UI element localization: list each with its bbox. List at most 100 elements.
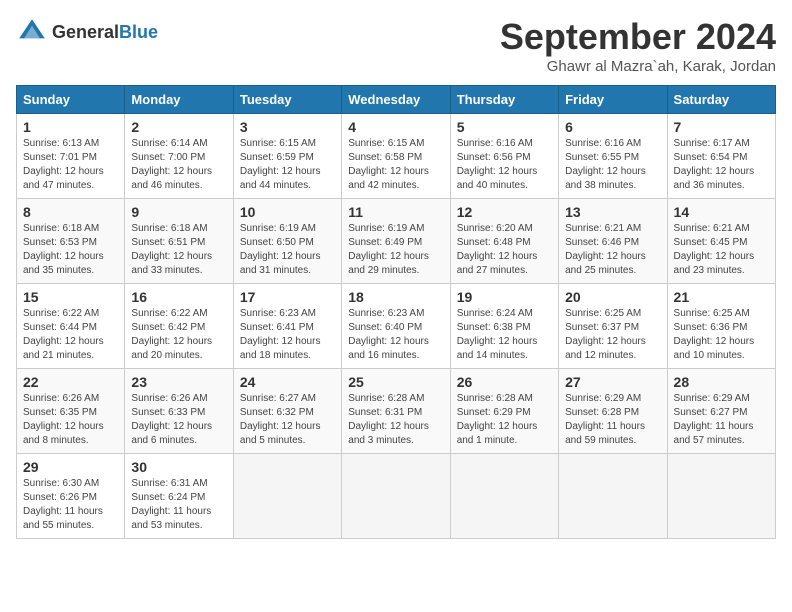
day-info: Sunrise: 6:20 AMSunset: 6:48 PMDaylight:… — [457, 222, 552, 278]
week-row-1: 1Sunrise: 6:13 AMSunset: 7:01 PMDaylight… — [17, 114, 776, 199]
day-cell: 15Sunrise: 6:22 AMSunset: 6:44 PMDayligh… — [17, 284, 125, 369]
col-header-thursday: Thursday — [450, 86, 558, 114]
day-number: 26 — [457, 374, 552, 390]
day-cell: 4 Sunrise: 6:15 AMSunset: 6:58 PMDaylight… — [342, 114, 450, 199]
day-cell — [559, 454, 667, 539]
day-cell: 12 Sunrise: 6:20 AMSunset: 6:48 PMDayligh… — [450, 199, 558, 284]
day-info: Sunrise: 6:15 AMSunset: 6:58 PMDaylight:… — [348, 137, 443, 193]
day-info: Sunrise: 6:13 AMSunset: 7:01 PMDaylight:… — [23, 137, 118, 193]
day-cell: 16 Sunrise: 6:22 AMSunset: 6:42 PMDayligh… — [125, 284, 233, 369]
day-number: 11 — [348, 204, 443, 220]
col-header-monday: Monday — [125, 86, 233, 114]
col-header-wednesday: Wednesday — [342, 86, 450, 114]
day-cell: 27Sunrise: 6:29 AMSunset: 6:28 PMDayligh… — [559, 369, 667, 454]
day-cell — [233, 454, 341, 539]
day-number: 20 — [565, 289, 660, 305]
day-cell — [667, 454, 775, 539]
day-number: 25 — [348, 374, 443, 390]
col-header-sunday: Sunday — [17, 86, 125, 114]
day-cell: 29 Sunrise: 6:30 AMSunset: 6:26 PMDayligh… — [17, 454, 125, 539]
title-block: September 2024 Ghawr al Mazra`ah, Karak,… — [500, 16, 776, 75]
day-number: 23 — [131, 374, 226, 390]
day-number: 4 — [348, 119, 443, 135]
day-cell: 28 Sunrise: 6:29 AMSunset: 6:27 PMDayligh… — [667, 369, 775, 454]
day-cell: 10Sunrise: 6:19 AMSunset: 6:50 PMDayligh… — [233, 199, 341, 284]
day-number: 17 — [240, 289, 335, 305]
day-cell: 24 Sunrise: 6:27 AMSunset: 6:32 PMDayligh… — [233, 369, 341, 454]
day-cell: 8 Sunrise: 6:18 AMSunset: 6:53 PMDaylight… — [17, 199, 125, 284]
day-number: 7 — [674, 119, 769, 135]
day-info: Sunrise: 6:14 AMSunset: 7:00 PMDaylight:… — [131, 137, 226, 193]
logo-icon — [16, 16, 48, 48]
day-number: 14 — [674, 204, 769, 220]
day-info: Sunrise: 6:28 AMSunset: 6:31 PMDaylight:… — [348, 392, 443, 448]
day-cell: 9 Sunrise: 6:18 AMSunset: 6:51 PMDaylight… — [125, 199, 233, 284]
logo: GeneralBlue — [16, 16, 158, 48]
week-row-3: 15Sunrise: 6:22 AMSunset: 6:44 PMDayligh… — [17, 284, 776, 369]
day-info: Sunrise: 6:18 AMSunset: 6:53 PMDaylight:… — [23, 222, 118, 278]
col-header-tuesday: Tuesday — [233, 86, 341, 114]
day-number: 30 — [131, 459, 226, 475]
location-title: Ghawr al Mazra`ah, Karak, Jordan — [500, 58, 776, 75]
header-row: SundayMondayTuesdayWednesdayThursdayFrid… — [17, 86, 776, 114]
col-header-friday: Friday — [559, 86, 667, 114]
week-row-2: 8 Sunrise: 6:18 AMSunset: 6:53 PMDaylight… — [17, 199, 776, 284]
day-number: 19 — [457, 289, 552, 305]
month-title: September 2024 — [500, 16, 776, 58]
day-number: 5 — [457, 119, 552, 135]
day-info: Sunrise: 6:22 AMSunset: 6:42 PMDaylight:… — [131, 307, 226, 363]
day-number: 2 — [131, 119, 226, 135]
day-cell: 21 Sunrise: 6:25 AMSunset: 6:36 PMDayligh… — [667, 284, 775, 369]
day-cell: 11 Sunrise: 6:19 AMSunset: 6:49 PMDayligh… — [342, 199, 450, 284]
day-info: Sunrise: 6:29 AMSunset: 6:27 PMDaylight:… — [674, 392, 769, 448]
day-cell: 1Sunrise: 6:13 AMSunset: 7:01 PMDaylight… — [17, 114, 125, 199]
day-info: Sunrise: 6:23 AMSunset: 6:41 PMDaylight:… — [240, 307, 335, 363]
day-info: Sunrise: 6:25 AMSunset: 6:36 PMDaylight:… — [674, 307, 769, 363]
logo-text: GeneralBlue — [52, 22, 158, 43]
day-number: 21 — [674, 289, 769, 305]
day-info: Sunrise: 6:23 AMSunset: 6:40 PMDaylight:… — [348, 307, 443, 363]
day-info: Sunrise: 6:30 AMSunset: 6:26 PMDaylight:… — [23, 477, 118, 533]
day-cell — [342, 454, 450, 539]
day-number: 8 — [23, 204, 118, 220]
day-cell: 19 Sunrise: 6:24 AMSunset: 6:38 PMDayligh… — [450, 284, 558, 369]
day-info: Sunrise: 6:21 AMSunset: 6:45 PMDaylight:… — [674, 222, 769, 278]
logo-general: General — [52, 22, 119, 42]
calendar-table: SundayMondayTuesdayWednesdayThursdayFrid… — [16, 85, 776, 539]
day-cell: 13Sunrise: 6:21 AMSunset: 6:46 PMDayligh… — [559, 199, 667, 284]
day-cell: 25 Sunrise: 6:28 AMSunset: 6:31 PMDayligh… — [342, 369, 450, 454]
day-info: Sunrise: 6:15 AMSunset: 6:59 PMDaylight:… — [240, 137, 335, 193]
day-number: 29 — [23, 459, 118, 475]
day-info: Sunrise: 6:25 AMSunset: 6:37 PMDaylight:… — [565, 307, 660, 363]
day-cell: 7Sunrise: 6:17 AMSunset: 6:54 PMDaylight… — [667, 114, 775, 199]
logo-blue: Blue — [119, 22, 158, 42]
day-info: Sunrise: 6:19 AMSunset: 6:49 PMDaylight:… — [348, 222, 443, 278]
day-number: 9 — [131, 204, 226, 220]
day-cell: 2 Sunrise: 6:14 AMSunset: 7:00 PMDaylight… — [125, 114, 233, 199]
day-info: Sunrise: 6:24 AMSunset: 6:38 PMDaylight:… — [457, 307, 552, 363]
day-info: Sunrise: 6:29 AMSunset: 6:28 PMDaylight:… — [565, 392, 660, 448]
day-cell: 26Sunrise: 6:28 AMSunset: 6:29 PMDayligh… — [450, 369, 558, 454]
day-cell: 3Sunrise: 6:15 AMSunset: 6:59 PMDaylight… — [233, 114, 341, 199]
day-info: Sunrise: 6:22 AMSunset: 6:44 PMDaylight:… — [23, 307, 118, 363]
day-cell: 18 Sunrise: 6:23 AMSunset: 6:40 PMDayligh… — [342, 284, 450, 369]
day-info: Sunrise: 6:26 AMSunset: 6:35 PMDaylight:… — [23, 392, 118, 448]
day-number: 16 — [131, 289, 226, 305]
day-cell: 22 Sunrise: 6:26 AMSunset: 6:35 PMDayligh… — [17, 369, 125, 454]
col-header-saturday: Saturday — [667, 86, 775, 114]
day-cell: 14 Sunrise: 6:21 AMSunset: 6:45 PMDayligh… — [667, 199, 775, 284]
day-info: Sunrise: 6:19 AMSunset: 6:50 PMDaylight:… — [240, 222, 335, 278]
day-number: 13 — [565, 204, 660, 220]
day-number: 28 — [674, 374, 769, 390]
day-cell: 17 Sunrise: 6:23 AMSunset: 6:41 PMDayligh… — [233, 284, 341, 369]
day-info: Sunrise: 6:16 AMSunset: 6:56 PMDaylight:… — [457, 137, 552, 193]
day-number: 24 — [240, 374, 335, 390]
day-number: 18 — [348, 289, 443, 305]
day-number: 6 — [565, 119, 660, 135]
page-header: GeneralBlue September 2024 Ghawr al Mazr… — [16, 16, 776, 75]
day-number: 22 — [23, 374, 118, 390]
day-info: Sunrise: 6:18 AMSunset: 6:51 PMDaylight:… — [131, 222, 226, 278]
day-number: 12 — [457, 204, 552, 220]
day-cell — [450, 454, 558, 539]
day-info: Sunrise: 6:27 AMSunset: 6:32 PMDaylight:… — [240, 392, 335, 448]
